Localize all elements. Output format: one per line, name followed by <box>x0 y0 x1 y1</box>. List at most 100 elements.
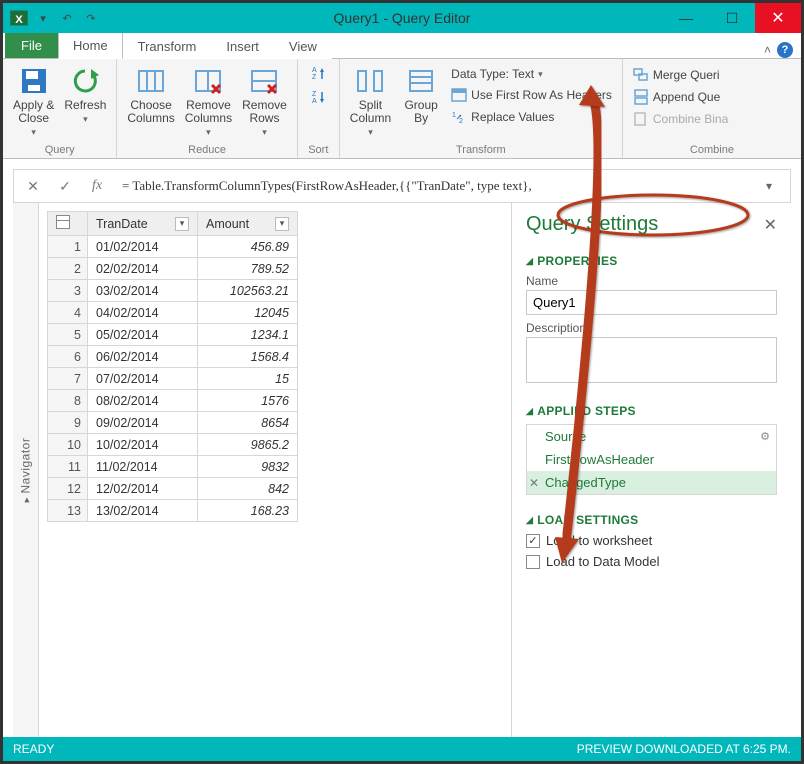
help-icon[interactable]: ? <box>777 42 793 58</box>
table-row[interactable]: 3 03/02/2014 102563.21 <box>48 280 298 302</box>
cell-amount[interactable]: 12045 <box>198 302 298 324</box>
table-row[interactable]: 8 08/02/2014 1576 <box>48 390 298 412</box>
table-row[interactable]: 5 05/02/2014 1234.1 <box>48 324 298 346</box>
cell-trandate[interactable]: 04/02/2014 <box>88 302 198 324</box>
cell-trandate[interactable]: 13/02/2014 <box>88 500 198 522</box>
replace-values-button[interactable]: 12 Replace Values <box>449 107 614 127</box>
table-row[interactable]: 1 01/02/2014 456.89 <box>48 236 298 258</box>
applied-step[interactable]: Source⚙ <box>527 425 776 448</box>
use-first-row-as-headers-button[interactable]: Use First Row As Headers <box>449 85 614 105</box>
table-row[interactable]: 11 11/02/2014 9832 <box>48 456 298 478</box>
data-type-dropdown[interactable]: Data Type: Text ▾ <box>449 65 614 83</box>
cell-trandate[interactable]: 05/02/2014 <box>88 324 198 346</box>
query-name-input[interactable] <box>526 290 777 315</box>
ribbon-group-reduce: Choose Columns Remove Columns ▾ Remove R… <box>117 59 297 158</box>
table-row[interactable]: 9 09/02/2014 8654 <box>48 412 298 434</box>
cell-trandate[interactable]: 07/02/2014 <box>88 368 198 390</box>
group-label: Combine <box>629 142 795 156</box>
delete-step-icon[interactable]: ✕ <box>529 476 539 490</box>
tab-home[interactable]: Home <box>58 32 123 59</box>
close-settings-icon[interactable]: ✕ <box>764 215 777 235</box>
cell-amount[interactable]: 102563.21 <box>198 280 298 302</box>
cell-amount[interactable]: 9865.2 <box>198 434 298 456</box>
cell-trandate[interactable]: 06/02/2014 <box>88 346 198 368</box>
table-row[interactable]: 7 07/02/2014 15 <box>48 368 298 390</box>
row-number-header[interactable] <box>48 212 88 236</box>
dropdown-caret-icon: ▾ <box>206 127 211 138</box>
cell-amount[interactable]: 789.52 <box>198 258 298 280</box>
dropdown-caret-icon: ▾ <box>31 127 36 138</box>
navigator-label: ▸ Navigator <box>19 438 33 503</box>
file-tab[interactable]: File <box>5 33 58 58</box>
accept-formula-button[interactable]: ✓ <box>52 175 78 197</box>
group-by-icon <box>405 65 437 97</box>
cell-trandate[interactable]: 01/02/2014 <box>88 236 198 258</box>
combine-binaries-button[interactable]: Combine Bina <box>631 109 730 129</box>
cell-trandate[interactable]: 08/02/2014 <box>88 390 198 412</box>
table-row[interactable]: 12 12/02/2014 842 <box>48 478 298 500</box>
merge-queries-button[interactable]: Merge Queri <box>631 65 730 85</box>
applied-step[interactable]: FirstRowAsHeader <box>527 448 776 471</box>
properties-header: PROPERTIES <box>537 254 617 268</box>
table-columns-icon <box>135 65 167 97</box>
append-queries-button[interactable]: Append Que <box>631 87 730 107</box>
row-number-cell: 4 <box>48 302 88 324</box>
remove-columns-button[interactable]: Remove Columns ▾ <box>181 63 236 142</box>
cell-amount[interactable]: 168.23 <box>198 500 298 522</box>
cell-amount[interactable]: 8654 <box>198 412 298 434</box>
table-row[interactable]: 2 02/02/2014 789.52 <box>48 258 298 280</box>
group-by-button[interactable]: Group By <box>397 63 445 142</box>
expand-formula-icon[interactable]: ▾ <box>766 179 784 193</box>
tab-insert[interactable]: Insert <box>211 33 274 59</box>
window-title: Query1 - Query Editor <box>3 10 801 26</box>
cell-amount[interactable]: 15 <box>198 368 298 390</box>
cell-amount[interactable]: 842 <box>198 478 298 500</box>
cell-trandate[interactable]: 12/02/2014 <box>88 478 198 500</box>
cell-amount[interactable]: 1234.1 <box>198 324 298 346</box>
table-row[interactable]: 6 06/02/2014 1568.4 <box>48 346 298 368</box>
navigator-pane-collapsed[interactable]: ▸ Navigator <box>13 203 39 737</box>
table-row[interactable]: 13 13/02/2014 168.23 <box>48 500 298 522</box>
query-description-input[interactable] <box>526 337 777 383</box>
svg-text:2: 2 <box>459 118 463 125</box>
sort-asc-button[interactable]: AZ <box>304 63 333 83</box>
step-label: ChangedType <box>545 475 626 490</box>
cell-amount[interactable]: 1568.4 <box>198 346 298 368</box>
gear-icon[interactable]: ⚙ <box>760 430 770 443</box>
sort-desc-button[interactable]: ZA <box>304 87 333 107</box>
cell-trandate[interactable]: 09/02/2014 <box>88 412 198 434</box>
remove-rows-button[interactable]: Remove Rows ▾ <box>238 63 291 142</box>
cell-trandate[interactable]: 02/02/2014 <box>88 258 198 280</box>
collapse-icon[interactable]: ◢ <box>526 406 533 417</box>
column-header-amount[interactable]: Amount▾ <box>198 212 298 236</box>
svg-text:Z: Z <box>312 91 317 98</box>
cell-trandate[interactable]: 10/02/2014 <box>88 434 198 456</box>
load-to-data-model-checkbox[interactable]: Load to Data Model <box>526 554 777 569</box>
split-column-button[interactable]: Split Column ▾ <box>346 63 395 142</box>
collapse-icon[interactable]: ◢ <box>526 256 533 267</box>
applied-step[interactable]: ✕ ChangedType <box>527 471 776 494</box>
table-header-icon <box>451 87 467 103</box>
cell-trandate[interactable]: 11/02/2014 <box>88 456 198 478</box>
name-label: Name <box>526 274 777 288</box>
refresh-button[interactable]: Refresh ▾ <box>60 63 110 142</box>
tab-transform[interactable]: Transform <box>123 33 212 59</box>
cell-amount[interactable]: 9832 <box>198 456 298 478</box>
collapse-icon[interactable]: ◢ <box>526 515 533 526</box>
fx-icon[interactable]: fx <box>84 175 110 197</box>
apply-and-close-button[interactable]: Apply & Close ▾ <box>9 63 58 142</box>
column-header-trandate[interactable]: TranDate▾ <box>88 212 198 236</box>
cell-amount[interactable]: 1576 <box>198 390 298 412</box>
choose-columns-button[interactable]: Choose Columns <box>123 63 178 142</box>
load-to-worksheet-checkbox[interactable]: ✓ Load to worksheet <box>526 533 777 548</box>
cell-amount[interactable]: 456.89 <box>198 236 298 258</box>
cancel-formula-button[interactable]: ✕ <box>20 175 46 197</box>
table-row[interactable]: 4 04/02/2014 12045 <box>48 302 298 324</box>
filter-dropdown-icon[interactable]: ▾ <box>175 217 189 231</box>
formula-input[interactable]: = Table.TransformColumnTypes(FirstRowAsH… <box>116 174 760 198</box>
filter-dropdown-icon[interactable]: ▾ <box>275 217 289 231</box>
tab-view[interactable]: View <box>274 33 332 59</box>
collapse-ribbon-icon[interactable]: ˄ <box>764 43 771 57</box>
cell-trandate[interactable]: 03/02/2014 <box>88 280 198 302</box>
table-row[interactable]: 10 10/02/2014 9865.2 <box>48 434 298 456</box>
